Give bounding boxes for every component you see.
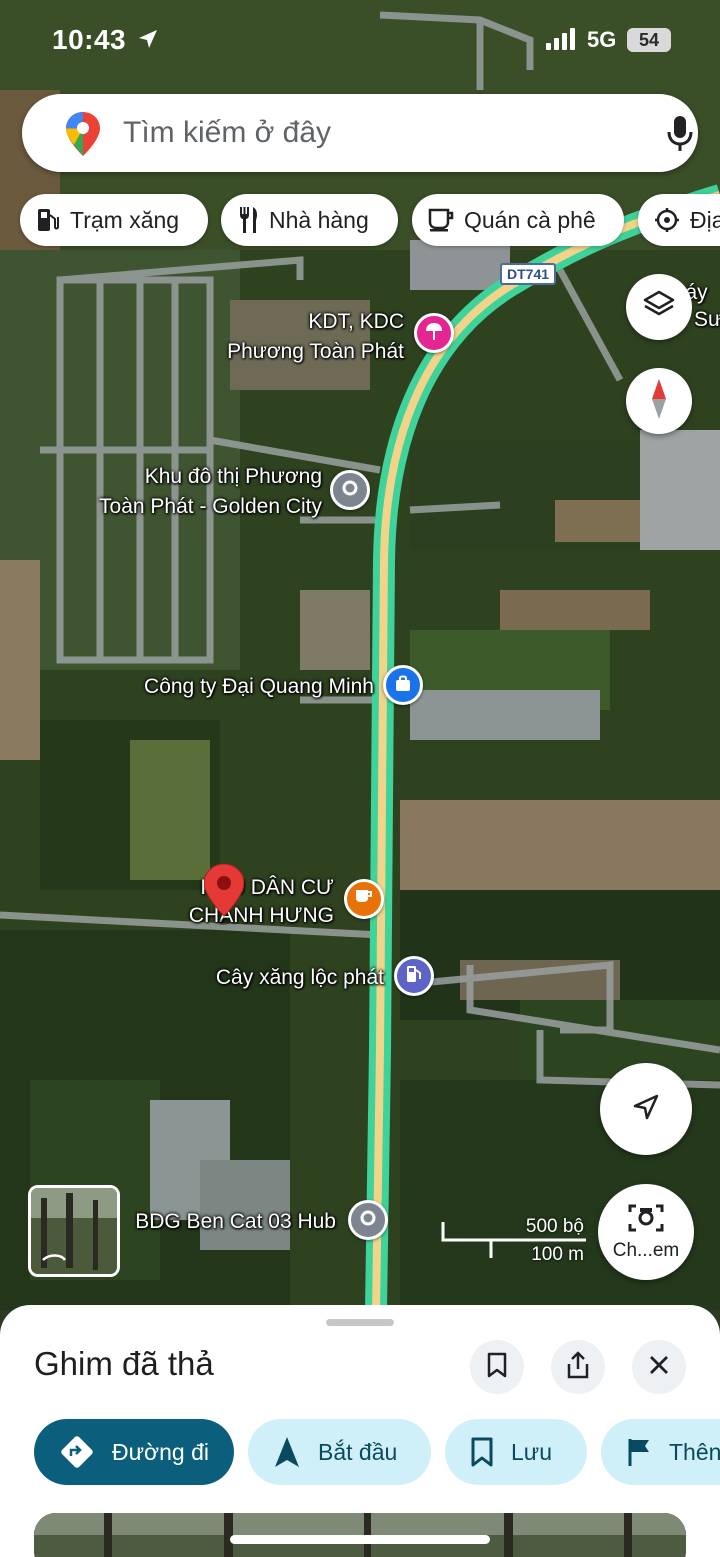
- place-label-kdt-1[interactable]: KDT, KDC: [308, 308, 404, 336]
- place-label-kdt-2[interactable]: Phương Toàn Phát: [227, 338, 404, 366]
- poi-gas-pin[interactable]: [394, 956, 434, 996]
- directions-button[interactable]: Đường đi: [34, 1419, 234, 1485]
- map-view[interactable]: 10:43 5G 54 Tìm kiếm ở đây Trạm xăng Nhà…: [0, 0, 720, 1310]
- coffee-cup-icon: [355, 889, 373, 910]
- poi-kdt-pin[interactable]: [414, 313, 454, 353]
- chip-label: Địa: [690, 206, 720, 233]
- directions-icon: [60, 1435, 94, 1469]
- gas-station-icon: [405, 965, 423, 988]
- save-button[interactable]: Lưu: [445, 1419, 587, 1485]
- save-label: Lưu: [511, 1438, 552, 1465]
- scale-bar: 500 bộ 100 m: [440, 1216, 590, 1265]
- action-buttons: Đường đi Bắt đầu Lưu Thên: [34, 1419, 720, 1487]
- network-type: 5G: [587, 27, 617, 52]
- home-indicator: [230, 1535, 490, 1544]
- place-dot-icon: [360, 1210, 376, 1231]
- chip-restaurant[interactable]: Nhà hàng: [221, 194, 398, 246]
- place-bottom-sheet[interactable]: Ghim đã thả Đường đi Bắt đầu Lưu Thên: [0, 1305, 720, 1557]
- place-label-hub[interactable]: BDG Ben Cat 03 Hub: [135, 1208, 336, 1236]
- location-arrow-icon: [137, 28, 159, 55]
- clock: 10:43: [52, 24, 127, 55]
- close-button[interactable]: [632, 1340, 686, 1394]
- poi-company-pin[interactable]: [383, 665, 423, 705]
- status-bar: 10:43 5G 54: [0, 22, 720, 62]
- more-button[interactable]: Thên: [601, 1419, 720, 1485]
- sheet-title: Ghim đã thả: [34, 1345, 214, 1382]
- chip-label: Nhà hàng: [269, 206, 369, 233]
- coffee-cup-icon: [428, 208, 454, 232]
- place-label-edge-2: Sư: [694, 308, 720, 331]
- bookmark-icon: [471, 1437, 493, 1467]
- camera-label: Ch...em: [612, 1240, 680, 1261]
- close-icon: [648, 1354, 670, 1381]
- bookmark-icon: [487, 1352, 507, 1383]
- battery-indicator: 54: [627, 28, 671, 52]
- gas-station-icon: [36, 207, 60, 233]
- share-icon: [566, 1350, 590, 1384]
- chip-label: Quán cà phê: [464, 206, 596, 233]
- navigation-arrow-icon: [274, 1436, 300, 1468]
- category-chips: Trạm xăng Nhà hàng Quán cà phê Địa: [20, 194, 720, 248]
- compass-button[interactable]: [626, 368, 692, 434]
- sheet-drag-handle[interactable]: [326, 1319, 394, 1326]
- directions-label: Đường đi: [112, 1438, 209, 1465]
- route-shield: DT741: [500, 263, 557, 285]
- street-view-thumbnail[interactable]: [28, 1185, 120, 1277]
- share-button[interactable]: [551, 1340, 605, 1394]
- place-label-gas[interactable]: Cây xăng lộc phát: [216, 964, 384, 992]
- place-label-company[interactable]: Công ty Đại Quang Minh: [144, 673, 374, 701]
- poi-cafe-pin[interactable]: [344, 879, 384, 919]
- my-location-button[interactable]: [600, 1063, 692, 1155]
- flag-icon: [627, 1437, 651, 1467]
- start-button[interactable]: Bắt đầu: [248, 1419, 431, 1485]
- attraction-icon: [654, 207, 680, 233]
- chip-coffee[interactable]: Quán cà phê: [412, 194, 624, 246]
- compass-icon: [648, 378, 670, 424]
- fork-knife-icon: [237, 207, 259, 233]
- place-dot-icon: [342, 480, 358, 501]
- chip-attractions[interactable]: Địa: [638, 194, 720, 246]
- shopping-bag-icon: [394, 674, 412, 697]
- google-maps-logo-icon: [66, 112, 100, 161]
- start-label: Bắt đầu: [318, 1438, 398, 1465]
- layers-button[interactable]: [626, 274, 692, 340]
- poi-hub-pin[interactable]: [348, 1200, 388, 1240]
- layers-icon: [642, 288, 676, 327]
- amusement-icon: [424, 321, 444, 346]
- more-label: Thên: [669, 1438, 720, 1465]
- save-round-button[interactable]: [470, 1340, 524, 1394]
- place-label-khu-2[interactable]: Toàn Phát - Golden City: [99, 493, 322, 521]
- microphone-icon[interactable]: [666, 116, 694, 157]
- camera-icon: [628, 1202, 664, 1239]
- cell-signal-icon: [546, 28, 578, 55]
- chip-gas-station[interactable]: Trạm xăng: [20, 194, 208, 246]
- chip-label: Trạm xăng: [70, 206, 180, 233]
- navigation-arrow-icon: [631, 1092, 661, 1127]
- search-bar[interactable]: Tìm kiếm ở đây: [22, 94, 698, 172]
- place-label-khu-1[interactable]: Khu đô thị Phương: [145, 463, 322, 491]
- camera-search-button[interactable]: Ch...em: [598, 1184, 694, 1280]
- search-input[interactable]: Tìm kiếm ở đây: [123, 116, 331, 150]
- dropped-pin-icon[interactable]: [203, 863, 245, 933]
- poi-khu-pin[interactable]: [330, 470, 370, 510]
